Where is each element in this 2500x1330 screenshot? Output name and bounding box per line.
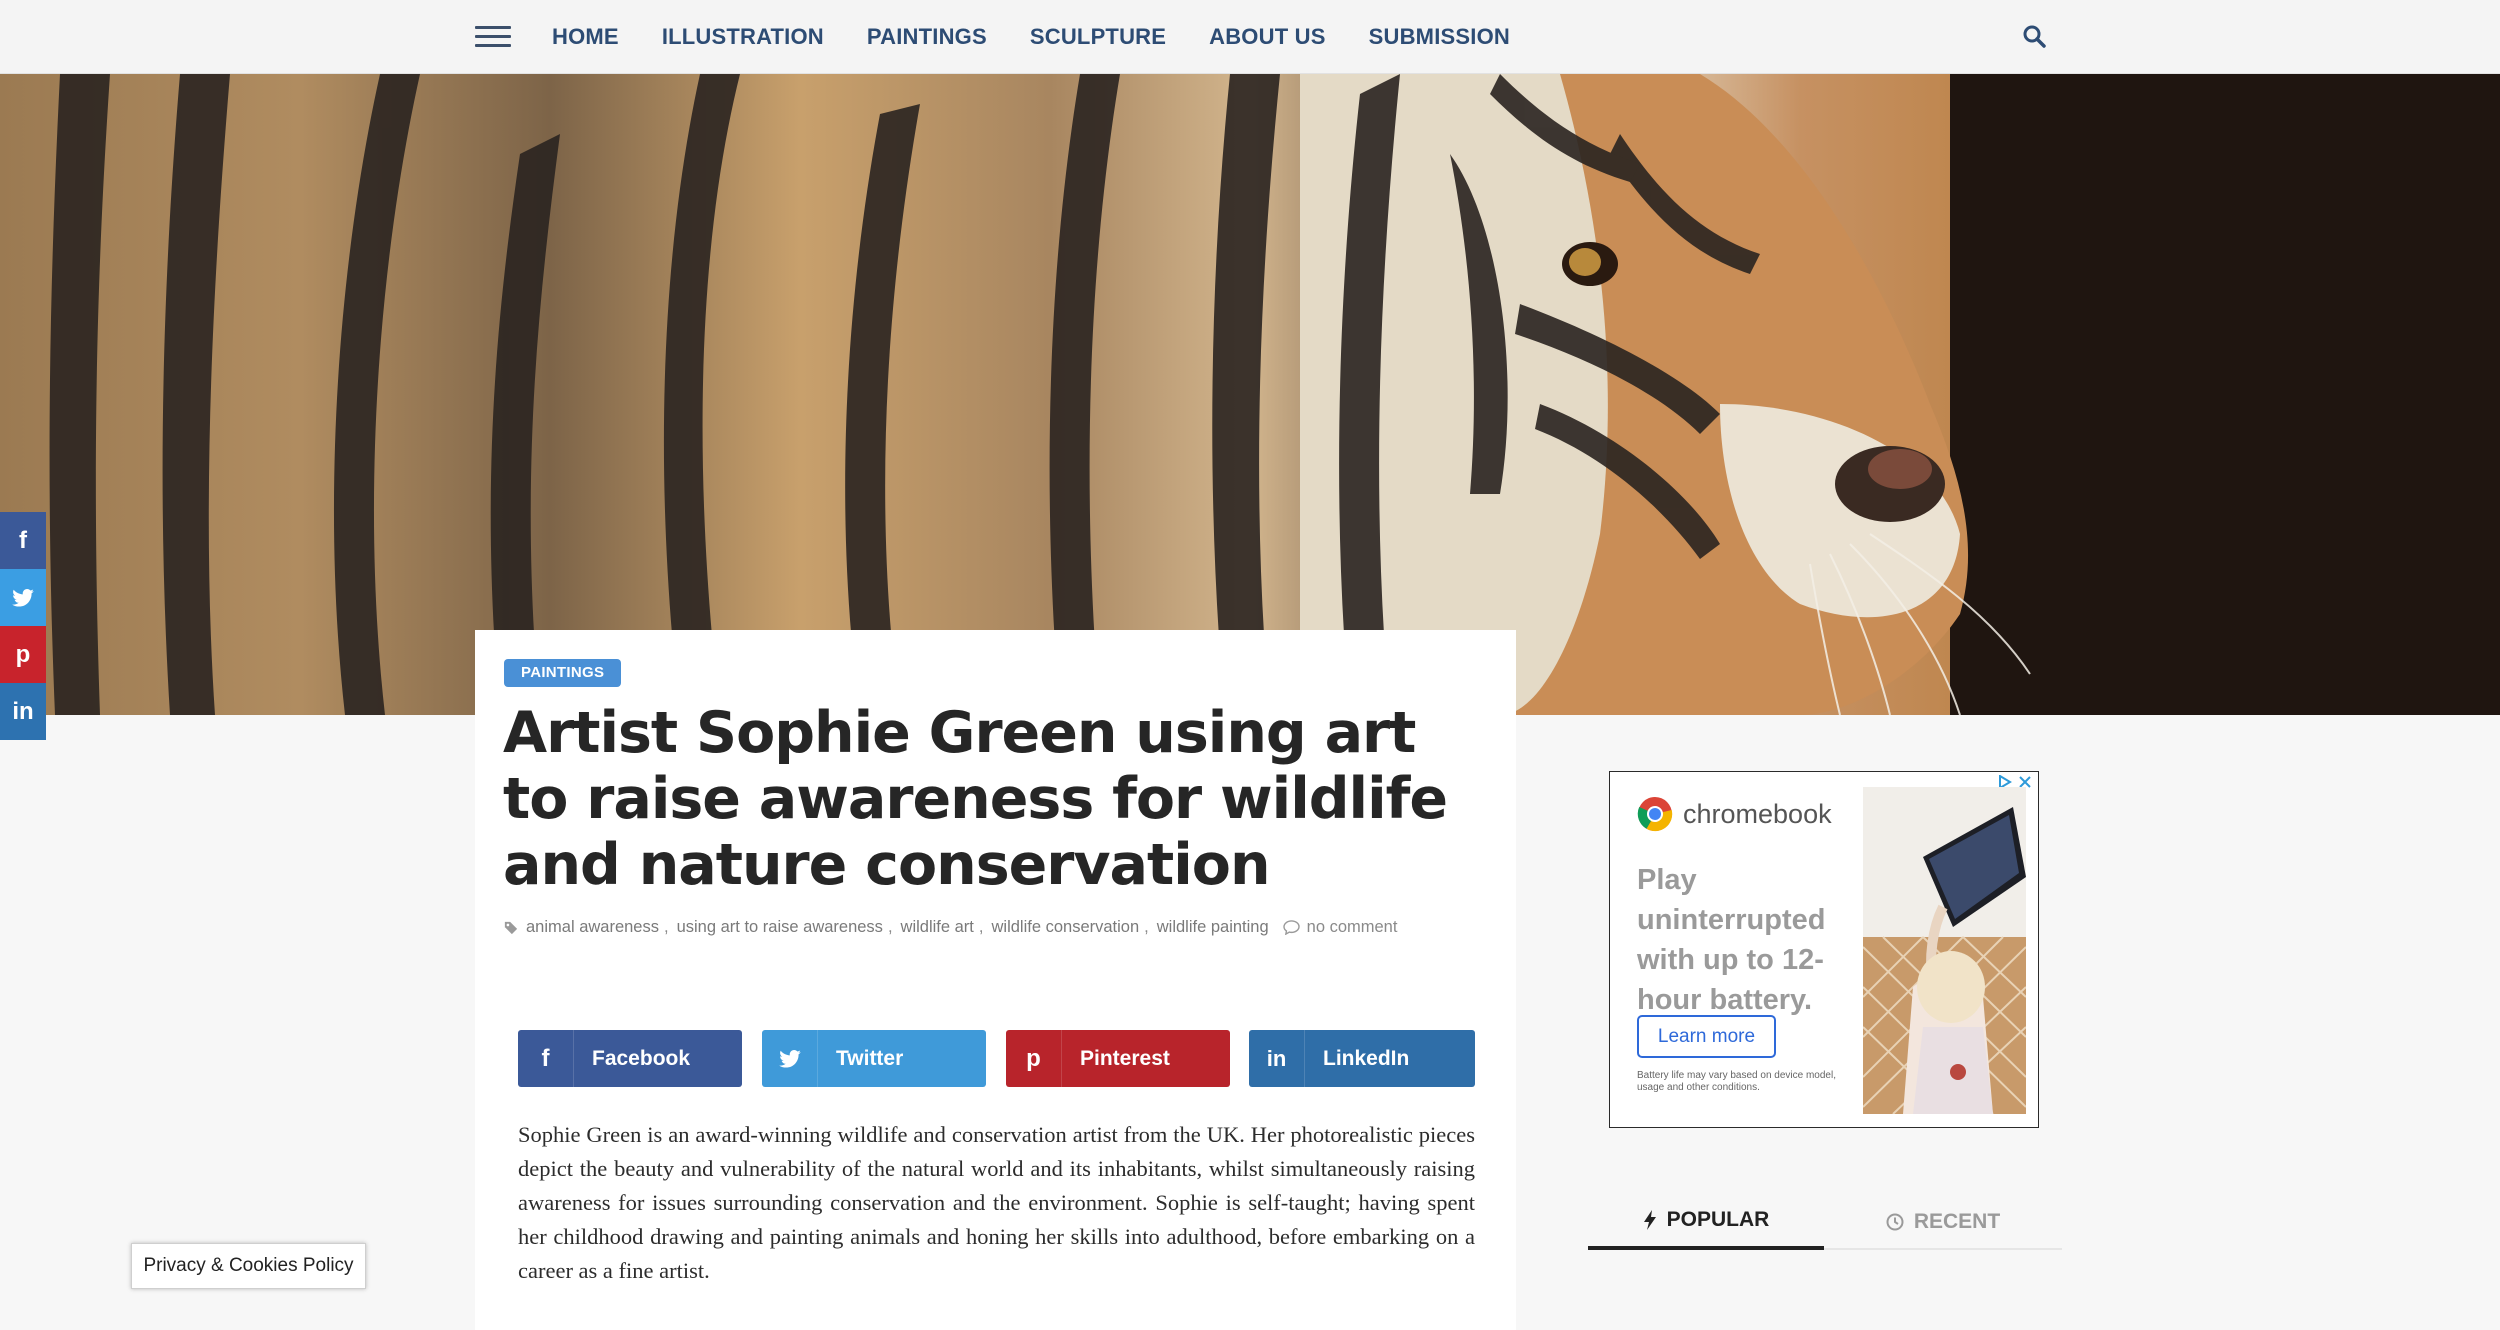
- advertisement[interactable]: chromebook Play uninterrupted with up to…: [1609, 771, 2039, 1128]
- cookie-policy-button[interactable]: Privacy & Cookies Policy: [131, 1243, 366, 1289]
- share-facebook-button[interactable]: f Facebook: [518, 1030, 742, 1087]
- bolt-icon: [1643, 1209, 1656, 1230]
- tab-popular[interactable]: POPULAR: [1588, 1193, 1824, 1250]
- share-facebook-label: Facebook: [592, 1046, 691, 1070]
- share-pinterest-button[interactable]: p Pinterest: [1006, 1030, 1230, 1087]
- share-linkedin-label: LinkedIn: [1323, 1046, 1410, 1070]
- article-meta: animal awareness, using art to raise awa…: [504, 918, 1397, 937]
- hamburger-menu-icon[interactable]: [475, 26, 511, 48]
- search-icon[interactable]: [2022, 24, 2048, 50]
- top-navigation: HOME ILLUSTRATION PAINTINGS SCULPTURE AB…: [0, 0, 2500, 74]
- ad-headline: Play uninterrupted with up to 12-hour ba…: [1637, 864, 1826, 1016]
- category-badge[interactable]: PAINTINGS: [504, 659, 622, 687]
- tag-link[interactable]: using art to raise awareness: [677, 918, 883, 937]
- share-twitter-label: Twitter: [836, 1046, 904, 1070]
- hero-image: [0, 74, 2500, 715]
- ad-fineprint: Battery life may vary based on device mo…: [1637, 1070, 1836, 1093]
- ad-logo: chromebook: [1637, 796, 1832, 832]
- nav-sculpture[interactable]: SCULPTURE: [1030, 24, 1166, 50]
- rail-linkedin-icon[interactable]: in: [0, 683, 46, 740]
- rail-facebook-icon[interactable]: f: [0, 512, 46, 569]
- article-card: PAINTINGS Artist Sophie Green using art …: [475, 630, 1516, 1330]
- chrome-logo-icon: [1637, 797, 1673, 832]
- facebook-icon: f: [518, 1030, 574, 1087]
- tab-recent[interactable]: RECENT: [1824, 1193, 2062, 1250]
- sidebar-tabs: POPULAR RECENT: [1588, 1193, 2062, 1250]
- nav-about-us[interactable]: ABOUT US: [1209, 24, 1326, 50]
- linkedin-icon: in: [1249, 1030, 1305, 1087]
- ad-brand: chromebook: [1683, 798, 1832, 829]
- tag-link[interactable]: wildlife painting: [1157, 918, 1269, 937]
- tag-link[interactable]: wildlife conservation: [991, 918, 1139, 937]
- share-linkedin-button[interactable]: in LinkedIn: [1249, 1030, 1475, 1087]
- nav-paintings[interactable]: PAINTINGS: [867, 24, 987, 50]
- social-share-rail: f p in: [0, 512, 46, 740]
- ad-learn-more-button[interactable]: Learn more: [1637, 1015, 1776, 1058]
- tab-popular-label: POPULAR: [1666, 1207, 1770, 1231]
- comment-count[interactable]: no comment: [1282, 918, 1398, 937]
- rail-pinterest-icon[interactable]: p: [0, 626, 46, 683]
- tag-link[interactable]: animal awareness: [526, 918, 659, 937]
- rail-twitter-icon[interactable]: [0, 569, 46, 626]
- main-nav: HOME ILLUSTRATION PAINTINGS SCULPTURE AB…: [552, 0, 1553, 74]
- article-title: Artist Sophie Green using art to raise a…: [503, 700, 1448, 898]
- nav-submission[interactable]: SUBMISSION: [1369, 24, 1510, 50]
- pinterest-icon: p: [1006, 1030, 1062, 1087]
- tab-recent-label: RECENT: [1913, 1209, 2001, 1233]
- article-body: Sophie Green is an award-winning wildlif…: [518, 1122, 1475, 1283]
- comment-label: no comment: [1306, 918, 1398, 936]
- clock-icon: [1886, 1213, 1904, 1230]
- nav-illustration[interactable]: ILLUSTRATION: [662, 24, 824, 50]
- twitter-icon: [762, 1030, 818, 1087]
- share-twitter-button[interactable]: Twitter: [762, 1030, 986, 1087]
- comment-icon: [1282, 920, 1300, 935]
- tag-icon: [504, 921, 518, 934]
- ad-image: [1863, 787, 2026, 1114]
- tag-link[interactable]: wildlife art: [901, 918, 974, 937]
- share-pinterest-label: Pinterest: [1080, 1046, 1170, 1070]
- nav-home[interactable]: HOME: [552, 24, 619, 50]
